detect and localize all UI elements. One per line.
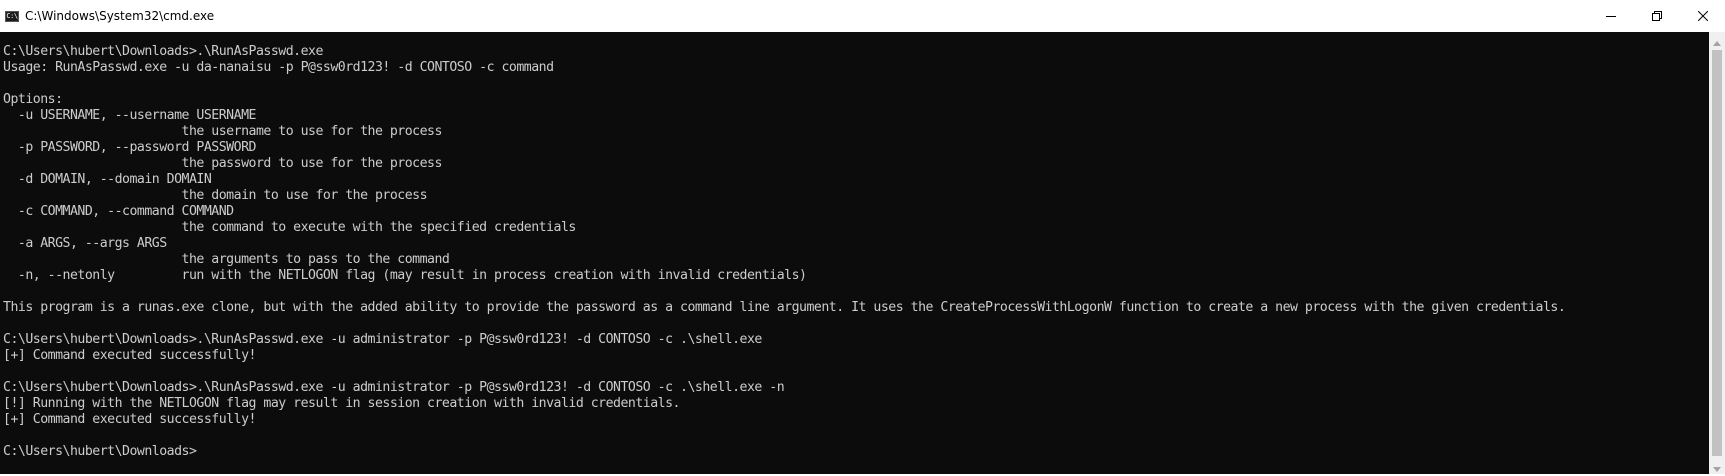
scroll-down-button[interactable] (1709, 458, 1725, 474)
console-line: -c COMMAND, --command COMMAND (3, 204, 234, 219)
vertical-scrollbar[interactable] (1709, 32, 1725, 474)
title-bar[interactable]: C:\ C:\Windows\System32\cmd.exe (0, 0, 1725, 32)
console-line: Usage: RunAsPasswd.exe -u da-nanaisu -p … (3, 60, 554, 75)
minimize-icon (1606, 11, 1616, 21)
console-line: the arguments to pass to the command (3, 252, 450, 267)
arrow-up-icon (1713, 31, 1721, 50)
console-line: -p PASSWORD, --password PASSWORD (3, 140, 257, 155)
console-prompt: C:\Users\hubert\Downloads> (3, 444, 197, 459)
console-text: C:\Users\hubert\Downloads>.\RunAsPasswd.… (3, 44, 1566, 460)
console-line: [+] Command executed successfully! (3, 348, 256, 363)
scroll-up-button[interactable] (1709, 32, 1725, 48)
minimize-button[interactable] (1588, 0, 1634, 32)
console-output[interactable]: C:\Users\hubert\Downloads>.\RunAsPasswd.… (0, 32, 1709, 474)
restore-icon (1652, 11, 1662, 21)
console-line: the username to use for the process (3, 124, 443, 139)
console-line: -n, --netonly run with the NETLOGON flag… (3, 268, 807, 283)
restore-button[interactable] (1634, 0, 1680, 32)
cmd-icon: C:\ (5, 11, 19, 22)
console-line: -a ARGS, --args ARGS (3, 236, 167, 251)
close-icon (1698, 11, 1708, 21)
scrollbar-thumb[interactable] (1712, 50, 1722, 456)
console-line: [!] Running with the NETLOGON flag may r… (3, 396, 681, 411)
close-button[interactable] (1680, 0, 1725, 32)
console-line: -d DOMAIN, --domain DOMAIN (3, 172, 212, 187)
arrow-down-icon (1713, 457, 1721, 476)
console-line: Options: (3, 92, 63, 107)
console-line: the password to use for the process (3, 156, 443, 171)
console-line: C:\Users\hubert\Downloads>.\RunAsPasswd.… (3, 44, 323, 59)
console-line: [+] Command executed successfully! (3, 412, 256, 427)
console-line: -u USERNAME, --username USERNAME (3, 108, 257, 123)
console-line: C:\Users\hubert\Downloads>.\RunAsPasswd.… (3, 380, 785, 395)
console-line: C:\Users\hubert\Downloads>.\RunAsPasswd.… (3, 332, 762, 347)
console-line: This program is a runas.exe clone, but w… (3, 300, 1566, 315)
window-title: C:\Windows\System32\cmd.exe (25, 9, 215, 23)
console-line: the domain to use for the process (3, 188, 428, 203)
console-line: the command to execute with the specifie… (3, 220, 577, 235)
